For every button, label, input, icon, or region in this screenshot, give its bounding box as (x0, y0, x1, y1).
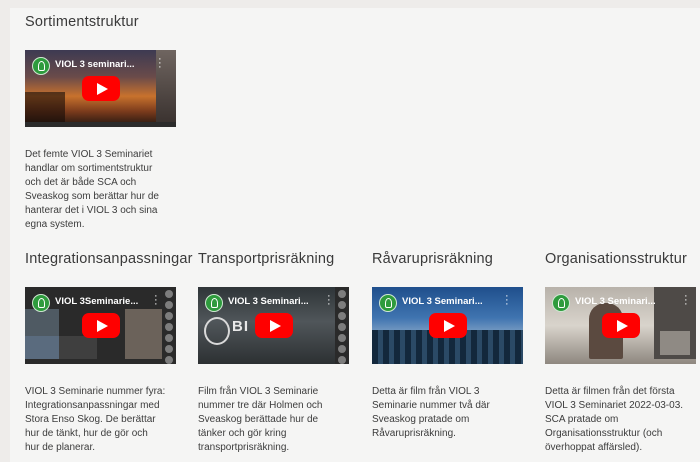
description-line: Film från VIOL 3 Seminarie (198, 386, 319, 397)
description-line: Råvaruprisräkning. (372, 428, 456, 439)
video-progress-bar (25, 122, 176, 127)
channel-logo-icon (32, 294, 50, 312)
description-line: Detta är film från VIOL 3 (372, 386, 480, 397)
description-line: Sveaskog som berättar hur de (25, 191, 159, 202)
description-line: Seminarie nummer två där (372, 400, 490, 411)
description-line: handlar om sortimentstruktur (25, 163, 153, 174)
video-organisationsstruktur[interactable]: VIOL 3 Seminari... · · · (545, 287, 696, 364)
more-vert-icon[interactable]: · · · (154, 291, 158, 310)
description-line: Integrationsanpassningar med (25, 400, 160, 411)
section-title-sortimentstruktur: Sortimentstruktur (25, 14, 139, 30)
description-line: och det är både SCA och (25, 177, 137, 188)
description-line: överhoppat affärsled). (545, 442, 643, 453)
video-title[interactable]: VIOL 3Seminarie... (55, 296, 138, 307)
thumbnail-silhouette (25, 92, 65, 122)
description-line: Sveaskog berättade hur de (198, 414, 319, 425)
description-line: Organisationsstruktur (och (545, 428, 663, 439)
section-title-integrationsanpassningar: Integrationsanpassningar (25, 251, 193, 267)
description-line: VIOL 3 Seminarie nummer fyra: (25, 386, 166, 397)
channel-logo-icon (552, 294, 570, 312)
channel-logo-icon (205, 294, 223, 312)
description-line: nummer tre där Holmen och (198, 400, 323, 411)
description-line: VIOL 3 Seminariet 2022-03-03. (545, 400, 684, 411)
section-description-organisationsstruktur: Detta är filmen från det första VIOL 3 S… (545, 385, 683, 455)
section-description-sortimentstruktur: Det femte VIOL 3 Seminariet handlar om s… (25, 148, 159, 232)
channel-logo-icon (32, 57, 50, 75)
thumbnail-tile (25, 309, 59, 336)
description-line: Stora Enso Skog. De berättar (25, 414, 156, 425)
section-description-integrationsanpassningar: VIOL 3 Seminarie nummer fyra: Integratio… (25, 385, 165, 455)
more-vert-icon[interactable]: · · · (327, 291, 331, 310)
section-title-organisationsstruktur: Organisationsstruktur (545, 251, 688, 267)
youtube-play-icon[interactable] (82, 76, 120, 101)
video-ravaruprisrakning[interactable]: VIOL 3 Seminari... · · · (372, 287, 523, 364)
description-line: Det femte VIOL 3 Seminariet (25, 149, 153, 160)
description-line: SCA pratade om (545, 414, 619, 425)
video-sortimentstruktur[interactable]: VIOL 3 seminari... · · · (25, 50, 176, 127)
description-line: hur de planerar. (25, 442, 96, 453)
thumbnail-tile (25, 336, 59, 359)
youtube-play-icon[interactable] (255, 313, 293, 338)
description-line: Detta är filmen från det första (545, 386, 675, 397)
section-title-ravaruprisrakning: Råvaruprisräkning (372, 251, 494, 267)
video-title[interactable]: VIOL 3 seminari... (55, 59, 135, 70)
channel-logo-icon (379, 294, 397, 312)
video-title[interactable]: VIOL 3 Seminari... (575, 296, 656, 307)
page: Sortimentstruktur VIOL 3 seminari... · · ·… (10, 8, 700, 462)
more-vert-icon[interactable]: · · · (505, 291, 509, 310)
video-transportprisrakning[interactable]: BI VIOL 3 Seminari... · · · (198, 287, 349, 364)
more-vert-icon[interactable]: · · · (158, 54, 162, 73)
thumbnail-tile (125, 309, 162, 359)
youtube-play-icon[interactable] (82, 313, 120, 338)
video-title[interactable]: VIOL 3 Seminari... (228, 296, 309, 307)
section-description-ravaruprisrakning: Detta är film från VIOL 3 Seminarie numm… (372, 385, 490, 441)
section-title-transportprisrakning: Transportprisräkning (198, 251, 335, 267)
description-line: Sveaskog pratade om (372, 414, 470, 425)
video-integrationsanpassningar[interactable]: VIOL 3Seminarie... · · · (25, 287, 176, 364)
tree-logo-icon (204, 317, 230, 345)
video-title[interactable]: VIOL 3 Seminari... (402, 296, 483, 307)
section-description-transportprisrakning: Film från VIOL 3 Seminarie nummer tre dä… (198, 385, 323, 455)
thumbnail-participants-strip (335, 287, 349, 364)
description-line: hur de tänkt, hur de gör och (25, 428, 148, 439)
thumbnail-overlay-text: BI (232, 318, 249, 335)
more-vert-icon[interactable]: · · · (684, 291, 688, 310)
description-line: transportprisräkning. (198, 442, 290, 453)
youtube-play-icon[interactable] (429, 313, 467, 338)
thumbnail-tile (59, 336, 97, 359)
description-line: hanterar det i VIOL 3 och sina (25, 205, 158, 216)
description-line: egna system. (25, 219, 85, 230)
thumbnail-tile (660, 331, 690, 355)
description-line: tänker och gör kring (198, 428, 287, 439)
thumbnail-participants-strip (162, 287, 176, 364)
youtube-play-icon[interactable] (602, 313, 640, 338)
